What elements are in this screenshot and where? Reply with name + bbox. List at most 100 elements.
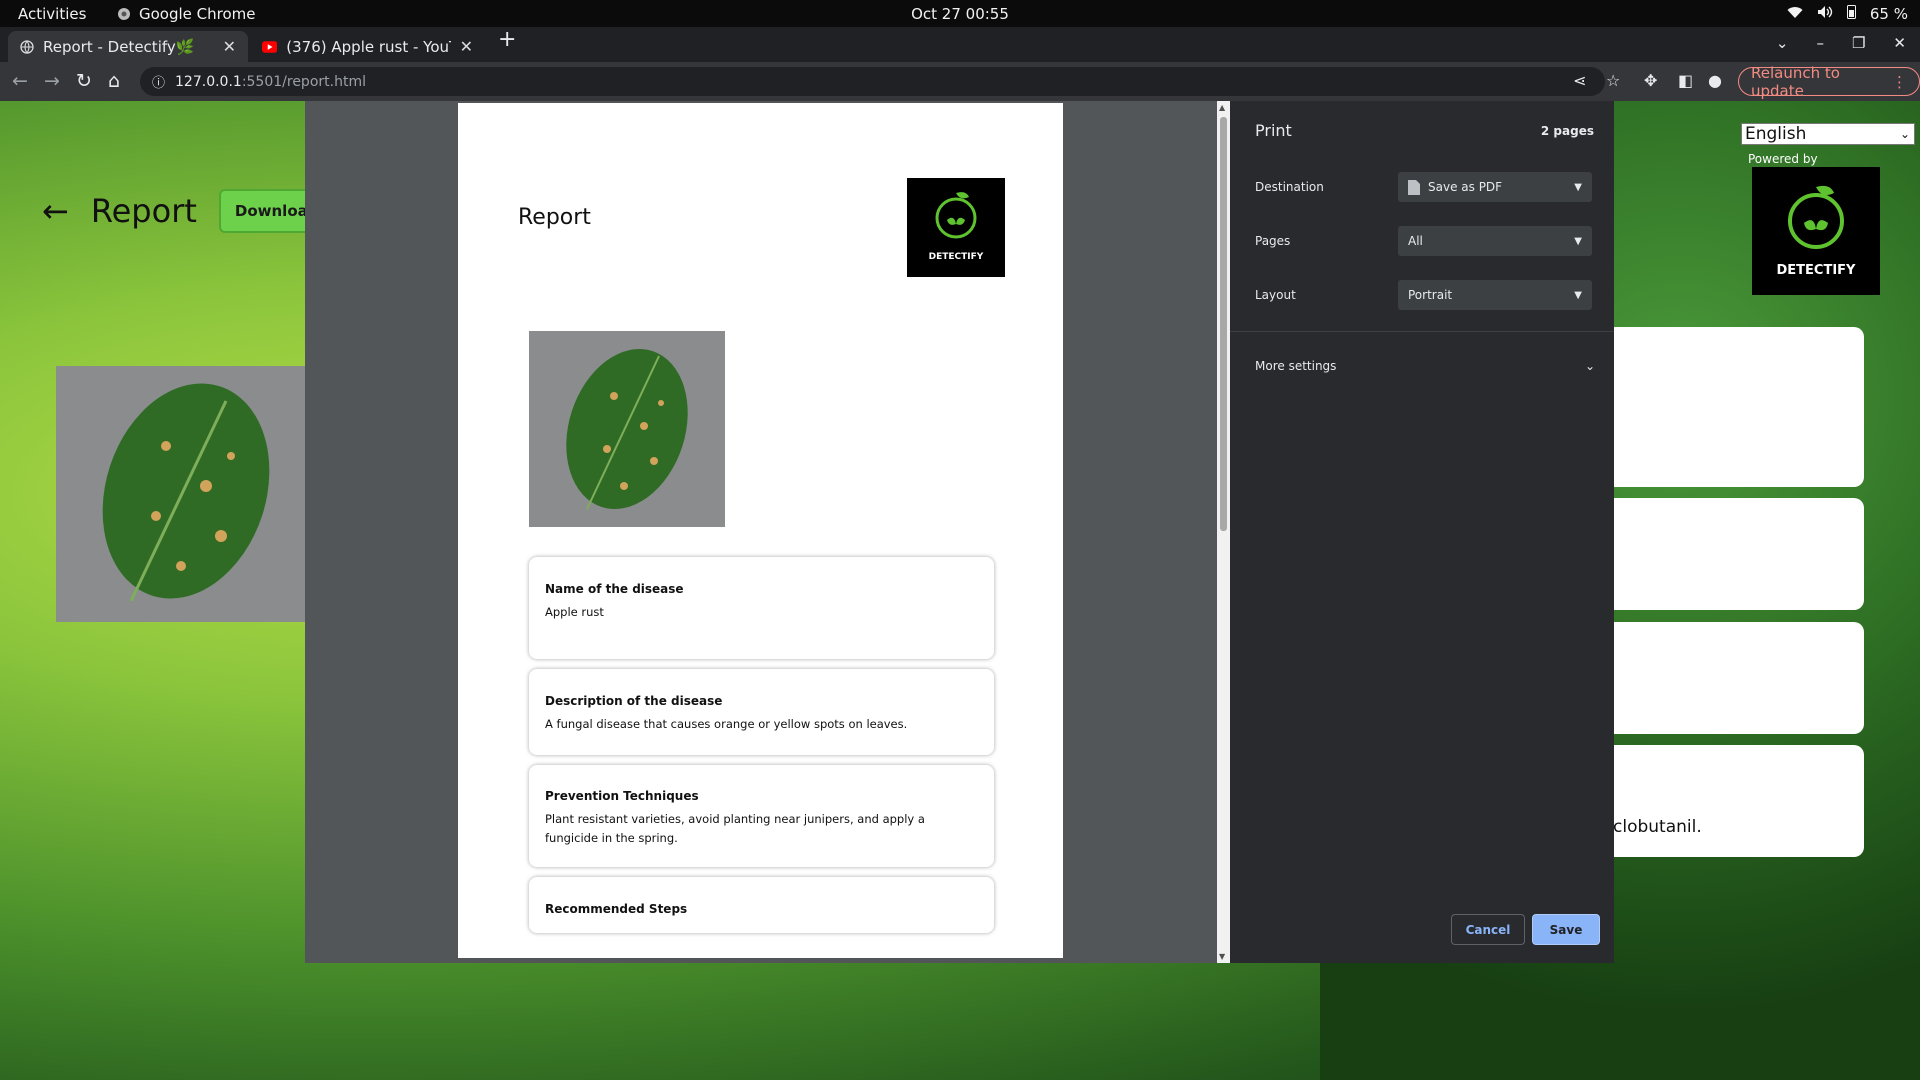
dropdown-caret-icon: ▼	[1574, 289, 1582, 301]
close-tab-icon[interactable]: ✕	[460, 37, 473, 56]
close-tab-icon[interactable]: ✕	[223, 37, 236, 56]
back-arrow-icon[interactable]: ←	[42, 192, 69, 230]
pages-row: Pages All ▼	[1255, 226, 1595, 256]
card-body: A fungal disease that causes orange or y…	[545, 717, 908, 731]
layout-row: Layout Portrait ▼	[1255, 280, 1595, 310]
browser-toolbar: ← → ↻ ⌂ ⓘ 127.0.0.1:5501/report.html ⋖ ☆…	[0, 62, 1920, 101]
tab-title: Report - Detectify🌿	[43, 37, 195, 56]
site-info-icon[interactable]: ⓘ	[152, 72, 165, 91]
destination-select[interactable]: Save as PDF ▼	[1398, 172, 1592, 202]
home-icon[interactable]: ⌂	[108, 70, 120, 92]
volume-icon	[1817, 5, 1833, 23]
layout-value: Portrait	[1408, 288, 1453, 302]
system-tray[interactable]: 65 %	[1787, 4, 1908, 23]
share-icon[interactable]: ⋖	[1573, 71, 1586, 90]
battery-percent: 65 %	[1869, 4, 1908, 23]
info-card	[1600, 745, 1864, 857]
print-title: Print	[1255, 121, 1292, 140]
app-name: Google Chrome	[139, 5, 256, 23]
more-settings-label: More settings	[1255, 359, 1337, 373]
card-body: Apple rust	[545, 605, 604, 619]
preview-leaf-image	[529, 331, 725, 527]
page-title: Report	[90, 192, 197, 230]
kebab-menu-icon[interactable]: ⋮	[1892, 73, 1907, 91]
leaf-image	[56, 366, 316, 622]
extensions-icon[interactable]: ✥	[1644, 71, 1657, 90]
window-controls: ⌄ – ❐ ✕	[1776, 34, 1906, 52]
pages-label: Pages	[1255, 234, 1291, 248]
chrome-icon	[118, 8, 130, 20]
bookmark-star-icon[interactable]: ☆	[1606, 71, 1620, 90]
profile-avatar[interactable]: ●	[1708, 71, 1722, 90]
preview-title: Report	[518, 205, 591, 230]
logo-text: DETECTIFY	[928, 252, 984, 262]
url-host: 127.0.0.1	[175, 73, 242, 90]
dropdown-caret-icon: ▼	[1574, 235, 1582, 247]
card-heading: Name of the disease	[545, 582, 684, 596]
description-card: Description of the disease A fungal dise…	[529, 669, 994, 755]
tab-report[interactable]: Report - Detectify🌿 ✕	[8, 31, 248, 62]
card-heading: Prevention Techniques	[545, 789, 699, 803]
tab-youtube[interactable]: (376) Apple rust - YouTube ✕	[250, 31, 485, 62]
battery-icon	[1846, 4, 1856, 23]
minimize-icon[interactable]: –	[1816, 34, 1824, 52]
recommended-steps-card: Recommended Steps	[529, 877, 994, 933]
layout-label: Layout	[1255, 288, 1296, 302]
scroll-down-icon[interactable]: ▼	[1219, 952, 1225, 961]
app-menu[interactable]: Google Chrome	[117, 5, 256, 23]
forward-arrow-icon[interactable]: →	[44, 70, 60, 92]
new-tab-button[interactable]: +	[498, 27, 516, 52]
relaunch-label: Relaunch to update	[1751, 63, 1840, 100]
document-icon	[1408, 179, 1420, 195]
preview-page: Report DETECTIFY Name of the disease App…	[458, 103, 1063, 958]
preview-logo: DETECTIFY	[907, 178, 1005, 277]
destination-value: Save as PDF	[1428, 180, 1503, 194]
info-card	[1600, 327, 1864, 487]
clock[interactable]: Oct 27 00:55	[911, 5, 1009, 23]
print-settings-panel: Print 2 pages Destination Save as PDF ▼ …	[1230, 101, 1614, 963]
back-arrow-icon[interactable]: ←	[12, 70, 28, 92]
tab-title: (376) Apple rust - YouTube	[286, 37, 450, 56]
preview-scrollbar[interactable]: ▲ ▼	[1217, 101, 1230, 963]
restore-icon[interactable]: ❐	[1852, 34, 1865, 52]
wifi-icon	[1787, 5, 1803, 23]
pages-select[interactable]: All ▼	[1398, 226, 1592, 256]
info-card	[1600, 622, 1864, 734]
youtube-icon	[262, 40, 278, 53]
language-select[interactable]: English ⌄	[1741, 123, 1915, 145]
card-body: Plant resistant varieties, avoid plantin…	[545, 812, 925, 845]
detectify-leaf-icon	[935, 192, 977, 239]
side-panel-icon[interactable]: ◧	[1678, 71, 1693, 90]
url-path: :5501/report.html	[241, 73, 366, 90]
reload-icon[interactable]: ↻	[76, 70, 92, 92]
destination-label: Destination	[1255, 180, 1324, 194]
tab-strip: Report - Detectify🌿 ✕ (376) Apple rust -…	[0, 27, 1920, 62]
info-card	[1600, 498, 1864, 610]
chevron-down-icon: ⌄	[1899, 127, 1910, 141]
dropdown-caret-icon: ▼	[1574, 181, 1582, 193]
destination-row: Destination Save as PDF ▼	[1255, 172, 1595, 202]
activities-button[interactable]: Activities	[18, 5, 86, 23]
settings-divider	[1230, 331, 1614, 332]
address-bar[interactable]: ⓘ 127.0.0.1:5501/report.html	[140, 67, 1605, 96]
card-heading: Description of the disease	[545, 694, 723, 708]
tab-search-icon[interactable]: ⌄	[1776, 34, 1789, 52]
prevention-card: Prevention Techniques Plant resistant va…	[529, 765, 994, 867]
detectify-logo: DETECTIFY	[1752, 167, 1880, 295]
relaunch-button[interactable]: Relaunch to update ⋮	[1738, 64, 1920, 100]
page-count: 2 pages	[1540, 124, 1594, 138]
close-window-icon[interactable]: ✕	[1893, 34, 1906, 52]
pages-value: All	[1408, 234, 1423, 248]
save-button[interactable]: Save	[1532, 914, 1600, 945]
cancel-button[interactable]: Cancel	[1451, 914, 1525, 945]
powered-by-label: Powered by	[1748, 152, 1818, 166]
chevron-down-icon: ⌄	[1584, 359, 1595, 373]
card-text-fragment: clobutanil.	[1613, 817, 1702, 837]
scroll-up-icon[interactable]: ▲	[1219, 103, 1225, 112]
layout-select[interactable]: Portrait ▼	[1398, 280, 1592, 310]
system-top-bar: Activities Google Chrome Oct 27 00:55 65…	[0, 0, 1920, 27]
scrollbar-thumb[interactable]	[1220, 117, 1227, 531]
more-settings-toggle[interactable]: More settings ⌄	[1255, 359, 1595, 373]
globe-icon	[20, 39, 34, 54]
language-value: English	[1745, 124, 1807, 144]
